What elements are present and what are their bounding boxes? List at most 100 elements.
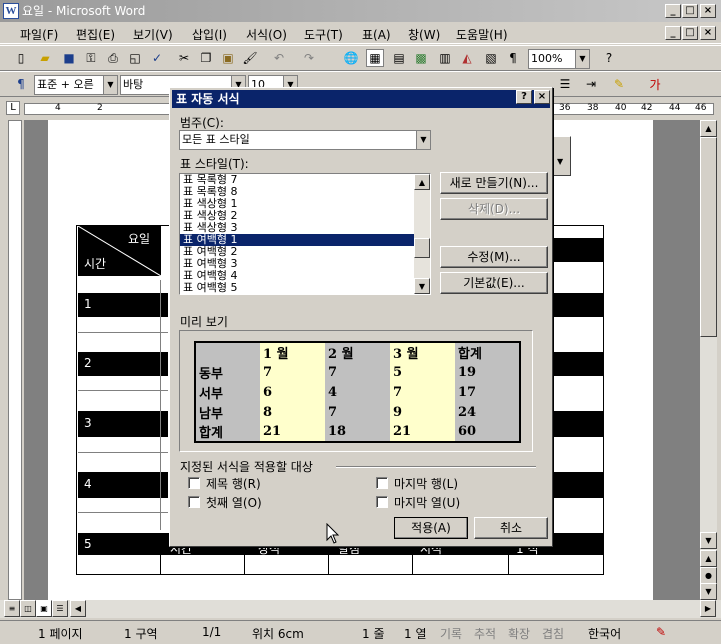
horizontal-scrollbar[interactable]: ≡ ◫ ▣ ☰ ◀ ▶ bbox=[0, 600, 721, 618]
drawing-icon[interactable]: ◭ bbox=[458, 49, 476, 67]
status-rec[interactable]: 기록 bbox=[440, 625, 462, 642]
last-column-checkbox[interactable] bbox=[376, 496, 388, 508]
tables-borders-icon[interactable]: ▦ bbox=[366, 49, 384, 67]
list-scrollbar[interactable]: ▲ ▼ bbox=[414, 174, 430, 294]
cancel-button[interactable]: 취소 bbox=[474, 517, 548, 539]
doc-restore-button[interactable]: □ bbox=[682, 26, 698, 40]
first-column-checkbox[interactable] bbox=[188, 496, 200, 508]
menu-tools[interactable]: 도구(T) bbox=[304, 26, 343, 43]
maximize-button[interactable]: □ bbox=[682, 4, 698, 18]
vertical-scrollbar[interactable]: ▲ ▼ ▲ ● ▼ bbox=[700, 120, 717, 600]
status-section: 1 구역 bbox=[124, 627, 158, 641]
cut-icon[interactable]: ✂ bbox=[175, 49, 193, 67]
print-layout-icon[interactable]: ▣ bbox=[36, 600, 52, 617]
copy-icon[interactable]: ❐ bbox=[197, 49, 215, 67]
row-stripe bbox=[553, 411, 603, 437]
spelling-icon[interactable]: ✓ bbox=[148, 49, 166, 67]
insert-excel-icon[interactable]: ▩ bbox=[412, 49, 430, 67]
status-ext[interactable]: 확장 bbox=[508, 625, 530, 642]
menu-table[interactable]: 표(A) bbox=[362, 26, 391, 43]
redo-icon[interactable]: ↷ bbox=[300, 49, 318, 67]
list-scroll-up[interactable]: ▲ bbox=[414, 174, 430, 190]
doc-minimize-button[interactable]: _ bbox=[665, 26, 681, 40]
permission-icon[interactable]: ⚿ bbox=[82, 49, 100, 67]
paste-icon[interactable]: ▣ bbox=[219, 49, 237, 67]
bullets-icon[interactable]: ☰ bbox=[556, 75, 574, 93]
style-item[interactable]: 표 여백형 5 bbox=[180, 282, 430, 294]
scroll-thumb[interactable] bbox=[700, 137, 717, 337]
spelling-status-icon[interactable]: ✎ bbox=[656, 625, 666, 639]
previous-page-button[interactable]: ▲ bbox=[700, 550, 717, 567]
scroll-right-button[interactable]: ▶ bbox=[700, 600, 716, 617]
hyperlink-icon[interactable]: 🌐 bbox=[342, 49, 360, 67]
close-button[interactable]: × bbox=[700, 4, 716, 18]
print-preview-icon[interactable]: ◱ bbox=[126, 49, 144, 67]
web-layout-icon[interactable]: ◫ bbox=[20, 600, 36, 617]
dialog-title: 표 자동 서식 bbox=[176, 92, 240, 106]
menu-insert[interactable]: 삽입(I) bbox=[192, 26, 227, 43]
columns-icon[interactable]: ▥ bbox=[436, 49, 454, 67]
header-rows-checkbox[interactable] bbox=[188, 477, 200, 489]
styles-formatting-icon[interactable]: ¶ bbox=[12, 75, 30, 93]
status-ovr[interactable]: 겹침 bbox=[542, 625, 564, 642]
zoom-select[interactable]: 100% ▼ bbox=[528, 49, 590, 69]
category-select[interactable]: 모든 표 스타일 ▼ bbox=[179, 130, 431, 150]
browse-object-button[interactable]: ● bbox=[700, 567, 717, 584]
menu-view[interactable]: 보기(V) bbox=[133, 26, 173, 43]
outline-view-icon[interactable]: ☰ bbox=[52, 600, 68, 617]
scroll-down-button[interactable]: ▼ bbox=[700, 532, 717, 549]
doc-close-button[interactable]: × bbox=[700, 26, 716, 40]
last-row-label: 마지막 행(L) bbox=[394, 477, 459, 491]
undo-icon[interactable]: ↶ bbox=[270, 49, 288, 67]
list-scroll-down[interactable]: ▼ bbox=[414, 278, 430, 294]
floating-toolbar[interactable]: ▼ bbox=[553, 136, 571, 176]
preview-cell: 1 월 bbox=[260, 342, 325, 362]
scroll-up-button[interactable]: ▲ bbox=[700, 120, 717, 137]
header-rows-label: 제목 행(R) bbox=[206, 477, 261, 491]
new-document-icon[interactable]: ▯ bbox=[12, 49, 30, 67]
vertical-ruler[interactable] bbox=[8, 120, 22, 600]
normal-view-icon[interactable]: ≡ bbox=[4, 600, 20, 617]
new-style-button[interactable]: 새로 만들기(N)... bbox=[440, 172, 548, 194]
open-folder-icon[interactable]: ▰ bbox=[36, 49, 54, 67]
highlight-icon[interactable]: ✎ bbox=[610, 75, 628, 93]
cell-border bbox=[78, 332, 168, 333]
chevron-down-icon: ▼ bbox=[575, 50, 589, 68]
default-style-button[interactable]: 기본값(E)... bbox=[440, 272, 548, 294]
style-select[interactable]: 표준 + 오른 ▼ bbox=[34, 75, 118, 95]
preview-cell: 6 bbox=[260, 382, 325, 402]
tab-selector-icon[interactable]: L bbox=[6, 101, 20, 115]
delete-style-button[interactable]: 삭제(D)... bbox=[440, 198, 548, 220]
menu-help[interactable]: 도움말(H) bbox=[456, 26, 508, 43]
preview-cell: 19 bbox=[458, 364, 477, 380]
show-hide-icon[interactable]: ¶ bbox=[504, 49, 522, 67]
font-color-icon[interactable]: 가 bbox=[646, 75, 664, 93]
dialog-help-button[interactable]: ? bbox=[516, 90, 532, 104]
word-app-icon[interactable]: W bbox=[3, 3, 19, 19]
apply-button[interactable]: 적용(A) bbox=[394, 517, 468, 539]
cell-border bbox=[160, 540, 161, 575]
format-painter-icon[interactable]: 🖌 bbox=[241, 49, 259, 67]
header-stripe bbox=[553, 238, 603, 262]
insert-table-icon[interactable]: ▤ bbox=[390, 49, 408, 67]
menu-file[interactable]: 파일(F) bbox=[20, 26, 58, 43]
menu-window[interactable]: 창(W) bbox=[408, 26, 440, 43]
indent-icon[interactable]: ⇥ bbox=[582, 75, 600, 93]
last-row-checkbox[interactable] bbox=[376, 477, 388, 489]
status-position: 위치 6cm bbox=[252, 627, 304, 641]
list-scroll-thumb[interactable] bbox=[414, 238, 430, 258]
menu-edit[interactable]: 편집(E) bbox=[76, 26, 115, 43]
print-icon[interactable]: ⎙ bbox=[104, 49, 122, 67]
table-style-list[interactable]: 표 목록형 7 표 목록형 8 표 색상형 1 표 색상형 2 표 색상형 3 … bbox=[179, 173, 431, 295]
preview-cell: 5 bbox=[390, 362, 455, 382]
save-icon[interactable]: ■ bbox=[60, 49, 78, 67]
document-map-icon[interactable]: ▧ bbox=[482, 49, 500, 67]
status-trk[interactable]: 추적 bbox=[474, 625, 496, 642]
help-icon[interactable]: ? bbox=[600, 49, 618, 67]
dialog-close-button[interactable]: × bbox=[534, 90, 550, 104]
menu-format[interactable]: 서식(O) bbox=[246, 26, 287, 43]
modify-style-button[interactable]: 수정(M)... bbox=[440, 246, 548, 268]
scroll-left-button[interactable]: ◀ bbox=[70, 600, 86, 617]
next-page-button[interactable]: ▼ bbox=[700, 583, 717, 600]
minimize-button[interactable]: _ bbox=[665, 4, 681, 18]
